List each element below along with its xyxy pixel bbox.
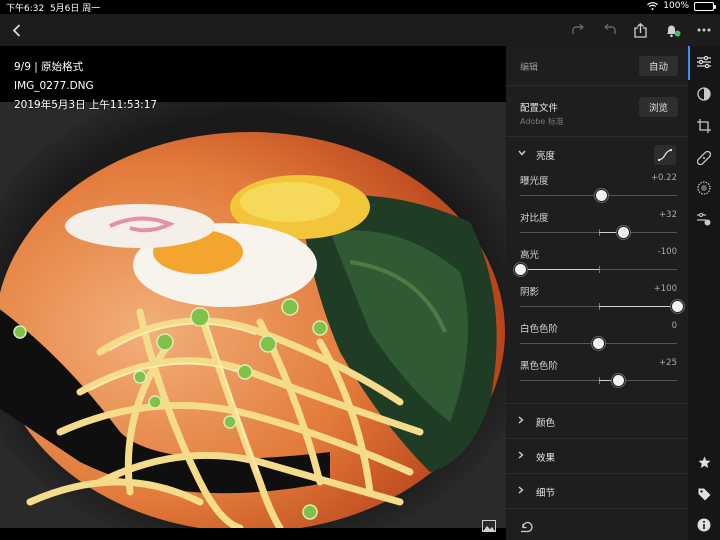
undo-icon[interactable] [602,14,618,46]
chevron-right-icon[interactable] [518,416,524,427]
share-icon[interactable] [632,14,648,46]
mask-radial-icon[interactable] [696,180,712,196]
redo-icon[interactable] [570,14,586,46]
slider-value[interactable]: +100 [654,284,677,294]
status-time-date: 下午6:32 5月6日 周一 [6,1,100,14]
section-title[interactable]: 细节 [536,485,555,499]
star-rating-icon[interactable] [696,454,712,470]
battery-icon [694,1,716,11]
photo-filename: IMG_0277.DNG [14,80,94,92]
slider-fill [520,269,599,270]
chevron-down-icon[interactable] [518,149,526,159]
status-right: 100% [647,1,716,11]
slider-value[interactable]: +25 [659,358,677,368]
photo-counter: 9/9 | 原始格式 [14,61,84,73]
section-row-2[interactable]: 细节 [506,474,688,509]
slider-fill [598,306,677,307]
slider-label: 阴影 [520,287,540,298]
active-tool-indicator [688,46,690,80]
edit-label: 编辑 [520,63,539,73]
slider-label: 对比度 [520,213,549,224]
info-icon[interactable] [696,517,712,533]
chevron-right-icon[interactable] [518,486,524,497]
section-title[interactable]: 颜色 [536,415,555,429]
section-row-1[interactable]: 效果 [506,439,688,474]
selective-icon[interactable] [696,211,712,227]
healing-icon[interactable] [696,150,712,166]
photo-info-overlay: 9/9 | 原始格式 IMG_0277.DNG 2019年5月3日 上午11:5… [14,58,157,115]
notification-bell-icon[interactable] [664,14,682,46]
more-icon[interactable] [696,14,712,46]
status-time: 下午6:32 [6,4,45,14]
edit-panel: 编辑 自动 配置文件 Adobe 标准 浏览 亮度 曝光度 +0.22 对比度 +32… [506,46,688,540]
slider-knob[interactable] [611,374,625,387]
slider-label: 黑色色阶 [520,361,559,372]
battery-percent: 100% [663,1,689,11]
crop-icon[interactable] [696,118,712,134]
slider-knob[interactable] [670,300,684,313]
auto-button[interactable]: 自动 [638,56,678,76]
slider-3[interactable]: 阴影 +100 [520,284,684,320]
photo-datetime: 2019年5月3日 上午11:53:17 [14,99,158,111]
tool-rail [688,46,720,540]
chevron-right-icon[interactable] [518,451,524,462]
slider-center-tick [598,266,600,273]
top-toolbar [0,14,720,46]
ramen-photo [0,102,506,528]
slider-knob[interactable] [592,337,605,350]
section-title[interactable]: 效果 [536,450,555,464]
slider-knob[interactable] [617,226,631,239]
compare-icon[interactable] [482,520,496,532]
profile-value: Adobe 标准 [520,117,564,126]
light-section-title[interactable]: 亮度 [536,148,555,162]
slider-0[interactable]: 曝光度 +0.22 [520,173,677,209]
status-bar: 下午6:32 5月6日 周一 100% [0,0,720,14]
adjust-sliders-icon[interactable] [696,54,712,70]
presets-icon[interactable] [696,86,712,102]
slider-knob[interactable] [513,263,527,276]
wifi-icon [647,2,659,10]
tag-icon[interactable] [696,486,712,502]
slider-5[interactable]: 黑色色阶 +25 [520,358,677,394]
slider-value[interactable]: 0 [672,321,677,331]
section-row-0[interactable]: 颜色 [506,404,688,439]
back-chevron-icon[interactable] [8,14,24,46]
status-date: 5月6日 周一 [49,4,101,14]
slider-value[interactable]: +0.22 [651,173,677,183]
light-section: 亮度 曝光度 +0.22 对比度 +32 高光 -100 阴影 +100 白色色阶 0 黑色色阶 +2… [506,137,688,404]
browse-button[interactable]: 浏览 [638,97,678,117]
slider-value[interactable]: +32 [659,210,677,220]
slider-value[interactable]: -100 [658,247,677,257]
slider-label: 曝光度 [520,176,549,187]
profile-row: 配置文件 Adobe 标准 浏览 [506,86,688,137]
profile-title: 配置文件 [520,103,559,114]
slider-4[interactable]: 白色色阶 0 [520,321,677,357]
slider-2[interactable]: 高光 -100 [513,247,677,283]
slider-1[interactable]: 对比度 +32 [520,210,677,246]
slider-label: 高光 [520,250,540,261]
reset-icon[interactable] [520,518,536,533]
slider-label: 白色色阶 [520,324,559,335]
slider-knob[interactable] [595,189,609,202]
photo-canvas[interactable]: 9/9 | 原始格式 IMG_0277.DNG 2019年5月3日 上午11:5… [0,46,506,540]
curve-icon[interactable] [654,145,676,165]
edit-header-row: 编辑 自动 [506,46,688,86]
